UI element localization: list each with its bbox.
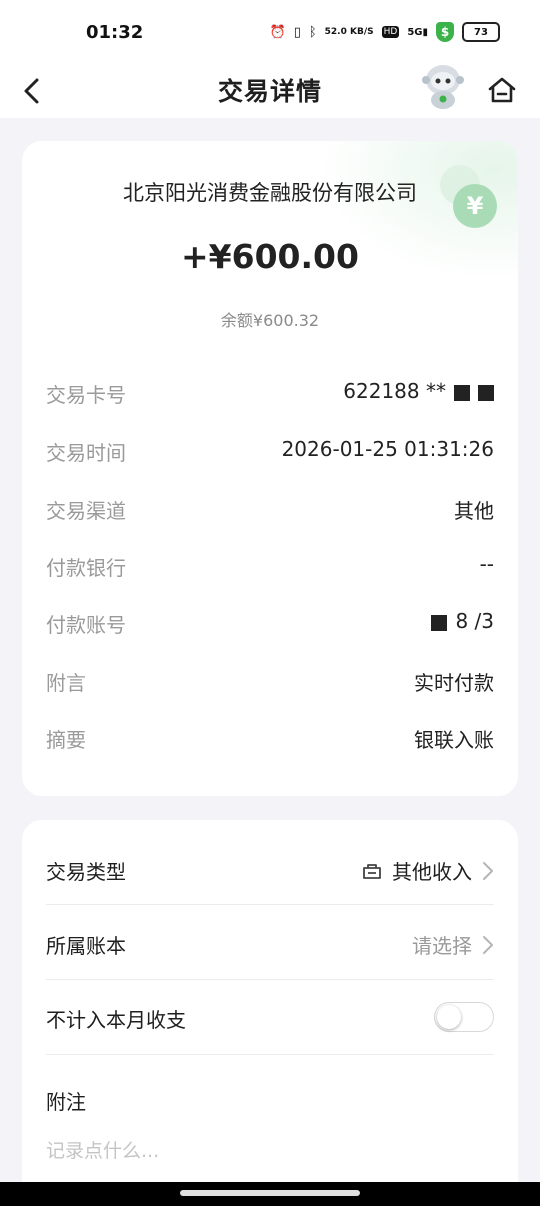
payer-account-text: 8 /3 <box>455 609 494 633</box>
alarm-icon: ⏰ <box>269 24 286 40</box>
detail-row-summary: 摘要 银联入账 <box>46 724 494 756</box>
detail-label: 付款银行 <box>46 556 126 580</box>
ledger-row[interactable]: 所属账本 请选择 <box>46 918 494 968</box>
detail-value: 2026-01-25 01:31:26 <box>281 437 494 461</box>
status-time: 01:32 <box>86 22 144 43</box>
categorization-card: 交易类型 其他收入 所属账本 请选择 不计入本月收支 附注 记录点什么... <box>22 820 518 1200</box>
divider <box>46 979 494 980</box>
transaction-type-selector[interactable]: 其他收入 <box>362 856 494 885</box>
gesture-nav-bar <box>0 1182 540 1206</box>
ledger-selector[interactable]: 请选择 <box>412 930 494 959</box>
status-bar: 01:32 ⏰ ▯ ᛒ 52.0 KB/S HD 5G▮ $ 73 <box>0 0 540 70</box>
detail-label: 付款账号 <box>46 613 126 637</box>
detail-value: -- <box>479 552 494 576</box>
detail-label: 交易时间 <box>46 441 126 465</box>
redaction-mark <box>431 614 448 631</box>
network-speed: 52.0 KB/S <box>324 26 374 37</box>
chevron-right-icon <box>483 935 493 954</box>
redaction-mark <box>454 384 470 401</box>
memo-input[interactable]: 记录点什么... <box>46 1136 159 1163</box>
exclude-month-row: 不计入本月收支 <box>46 992 494 1042</box>
exclude-month-label: 不计入本月收支 <box>46 1008 186 1032</box>
memo-label: 附注 <box>46 1090 86 1114</box>
detail-row-payer-bank: 付款银行 -- <box>46 552 494 584</box>
detail-value: 其他 <box>454 499 494 523</box>
divider <box>46 1054 494 1055</box>
detail-value: 银联入账 <box>414 728 494 752</box>
vibrate-icon: ▯ <box>293 24 301 40</box>
merchant-name: 北京阳光消费金融股份有限公司 <box>123 181 417 205</box>
detail-label: 摘要 <box>46 728 86 752</box>
transaction-type-label: 交易类型 <box>46 860 126 884</box>
detail-row-channel: 交易渠道 其他 <box>46 495 494 527</box>
transaction-amount: +¥600.00 <box>181 237 359 276</box>
ledger-label: 所属账本 <box>46 934 126 958</box>
exclude-month-toggle[interactable] <box>434 1002 494 1032</box>
hd-icon: HD <box>381 26 400 38</box>
signal-label: 5G <box>407 26 423 38</box>
chevron-right-icon <box>483 861 493 880</box>
transaction-summary-card: ¥ 北京阳光消费金融股份有限公司 +¥600.00 余额¥600.32 交易卡号… <box>22 141 518 796</box>
transaction-type-value: 其他收入 <box>392 860 472 884</box>
detail-row-time: 交易时间 2026-01-25 01:31:26 <box>46 437 494 469</box>
detail-value: 8 /3 <box>431 609 494 633</box>
robot-assistant-icon[interactable] <box>420 62 466 110</box>
battery-icon: 73 <box>462 22 500 42</box>
bluetooth-icon: ᛒ <box>308 24 317 40</box>
detail-label: 交易渠道 <box>46 499 126 523</box>
signal-icon: 5G▮ <box>407 26 428 38</box>
category-briefcase-icon <box>363 863 381 879</box>
divider <box>46 904 494 905</box>
status-icons: ⏰ ▯ ᛒ 52.0 KB/S HD 5G▮ $ 73 <box>269 22 500 42</box>
detail-row-postscript: 附言 实时付款 <box>46 667 494 699</box>
ledger-placeholder: 请选择 <box>412 934 472 958</box>
memo-row: 附注 <box>46 1074 494 1124</box>
balance-text: 余额¥600.32 <box>220 311 320 330</box>
detail-value: 622188 ** <box>343 379 494 403</box>
toggle-knob <box>437 1005 461 1029</box>
detail-label: 交易卡号 <box>46 383 126 407</box>
detail-label: 附言 <box>46 671 86 695</box>
transaction-type-row[interactable]: 交易类型 其他收入 <box>46 844 494 894</box>
detail-row-payer-account: 付款账号 8 /3 <box>46 609 494 641</box>
home-icon[interactable] <box>486 74 518 106</box>
detail-row-card-number: 交易卡号 622188 ** <box>46 379 494 411</box>
detail-value: 实时付款 <box>414 671 494 695</box>
security-shield-icon: $ <box>436 22 454 42</box>
redaction-mark <box>478 384 494 401</box>
app-header: 交易详情 <box>0 65 540 118</box>
battery-level: 73 <box>474 26 488 38</box>
home-indicator[interactable] <box>180 1190 360 1196</box>
card-number-text: 622188 ** <box>343 379 446 403</box>
